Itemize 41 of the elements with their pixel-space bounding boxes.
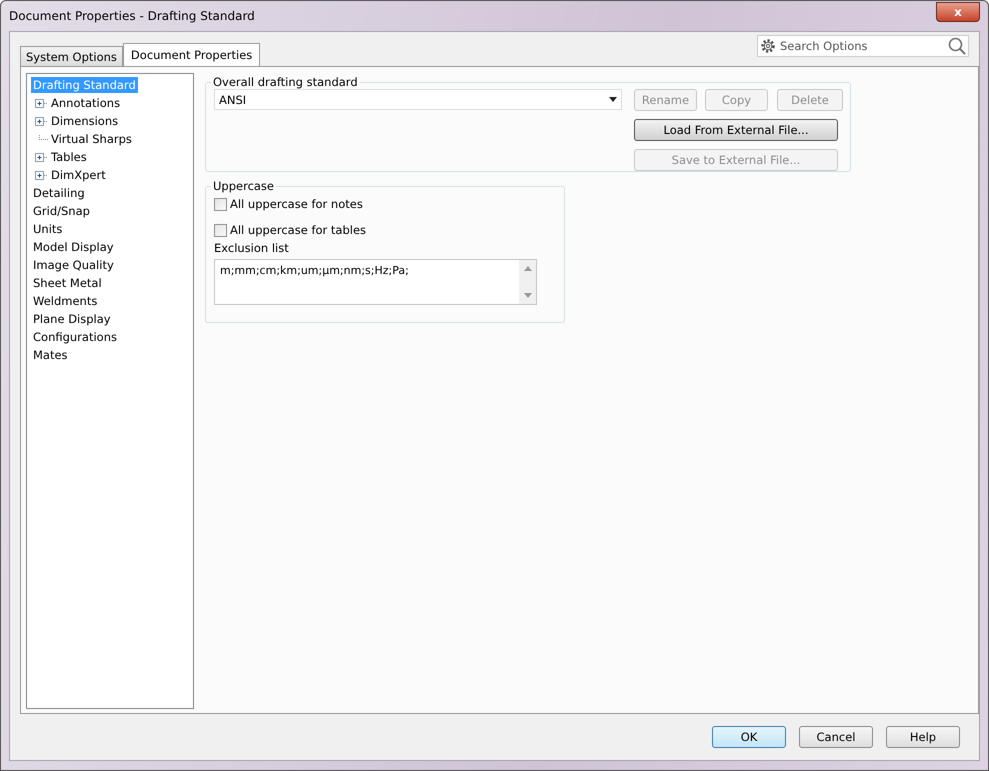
expand-icon[interactable] (35, 98, 48, 108)
scrollbar[interactable] (519, 260, 536, 304)
checkbox-label: All uppercase for tables (230, 223, 366, 237)
expand-icon[interactable] (35, 170, 48, 180)
checkbox[interactable] (214, 224, 227, 236)
tree-item[interactable]: Image Quality (31, 257, 116, 273)
expand-icon[interactable] (35, 116, 48, 126)
checkbox[interactable] (214, 198, 227, 210)
exclusion-list-field[interactable]: m;mm;cm;km;um;µm;nm;s;Hz;Pa; (214, 259, 537, 305)
standard-dropdown[interactable]: ANSI (214, 89, 622, 110)
scroll-down-icon[interactable] (524, 293, 532, 298)
tree-item[interactable]: Mates (31, 347, 70, 363)
group-title: Overall drafting standard (212, 75, 359, 89)
expand-icon[interactable] (35, 152, 48, 162)
tree-item[interactable]: Plane Display (31, 311, 113, 327)
checkbox-label: All uppercase for notes (230, 197, 363, 211)
dropdown-arrow-icon (609, 97, 617, 102)
dialog-button[interactable]: Help (886, 726, 960, 748)
group-title: Uppercase (212, 179, 276, 193)
scroll-up-icon[interactable] (524, 266, 532, 271)
tree-item[interactable]: Configurations (31, 329, 119, 345)
tree-item[interactable]: Dimensions (50, 113, 120, 129)
dialog-button[interactable]: Cancel (799, 726, 873, 748)
search-icon (948, 37, 966, 55)
search-field[interactable]: Search Options (757, 35, 969, 57)
load-button[interactable]: Load From External File... (634, 119, 838, 141)
tree-item[interactable]: Virtual Sharps (50, 131, 134, 147)
tree-item[interactable]: Grid/Snap (31, 203, 92, 219)
tree-item[interactable]: Model Display (31, 239, 116, 255)
window-title: Document Properties - Drafting Standard (9, 9, 255, 23)
tree-item[interactable]: Detailing (31, 185, 87, 201)
tree-item[interactable]: Weldments (31, 293, 100, 309)
field-label: Exclusion list (214, 241, 290, 255)
tree-item[interactable]: Sheet Metal (31, 275, 104, 291)
tab[interactable]: System Options (20, 46, 123, 66)
tree-item[interactable]: Tables (50, 149, 89, 165)
tab[interactable]: Document Properties (122, 43, 260, 66)
tree-item[interactable]: Units (31, 221, 64, 237)
tree-item[interactable]: Annotations (50, 95, 122, 111)
tree-item[interactable]: DimXpert (50, 167, 108, 183)
dialog-button[interactable]: OK (712, 726, 786, 748)
